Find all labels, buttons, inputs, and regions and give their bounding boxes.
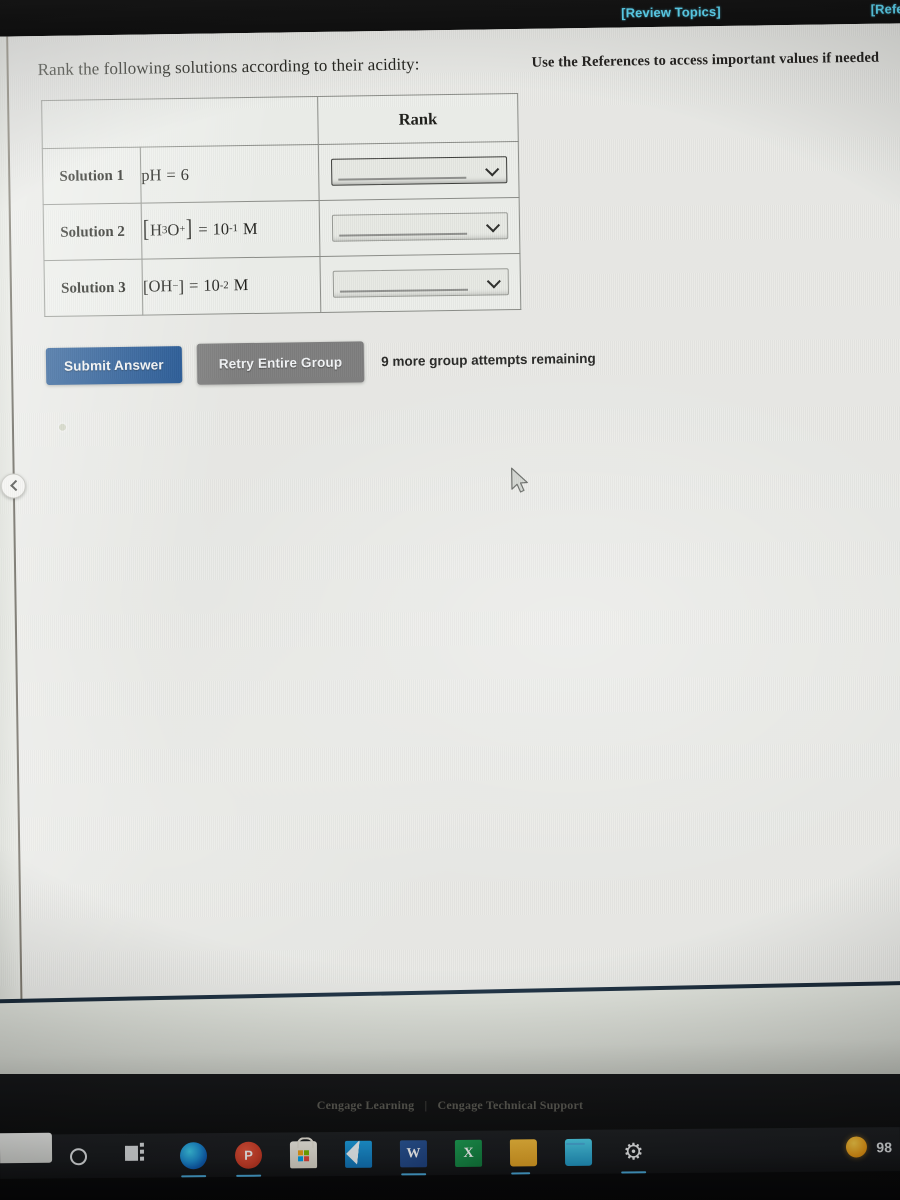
expr-base: 6 [180,164,190,184]
system-tray: 98 [846,1136,893,1158]
table-row: Solution 1 pH = 6 [42,141,520,205]
expr-close-bracket: ] [185,216,193,243]
rank-cell [318,141,520,201]
cengage-technical-support-link[interactable]: Cengage Technical Support [438,1098,584,1112]
photo-of-screen: [Review Topics] [Refer Use the Reference… [0,0,900,1200]
rank-select-1-value [332,157,506,164]
references-link[interactable]: [Refer [871,1,900,17]
expr-unit: M [233,275,249,295]
chevron-down-icon [484,161,499,176]
solution-2-expression: [ H 3 O + ] = 10 -1 M [142,216,258,243]
table-header-row: Rank [41,93,519,149]
rank-cell [319,197,520,257]
expr-species: pH [141,164,162,185]
cengage-learning-link[interactable]: Cengage Learning [317,1098,415,1112]
review-topics-link[interactable]: [Review Topics] [621,4,721,20]
cortana-icon[interactable] [69,1143,97,1170]
expr-unit: M [242,218,258,238]
battery-indicator-icon[interactable] [846,1136,868,1158]
top-bar-links: [Review Topics] [Refer [621,1,900,20]
edge-icon[interactable] [179,1141,208,1169]
expr-species-tail: O [167,219,180,240]
task-view-icon[interactable] [124,1142,153,1170]
submit-answer-button[interactable]: Submit Answer [45,346,183,386]
excel-icon[interactable]: X [454,1139,483,1167]
chevron-left-icon [10,479,22,492]
expr-close-bracket: ] [178,276,185,296]
expr-exponent: -1 [229,223,238,235]
rank-select-2-value [332,213,506,220]
file-explorer-icon[interactable] [509,1138,538,1166]
footer-separator: | [424,1098,428,1112]
calculator-icon[interactable] [564,1138,593,1166]
solution-label-cell: Solution 1 [42,147,142,205]
screen-artifact [58,423,67,431]
solution-3-label: Solution 3 [60,279,126,297]
header-blank [41,96,319,149]
store-squares-icon [297,1149,310,1161]
monitor-screen: [Review Topics] [Refer Use the Reference… [0,0,900,1011]
solution-1-expression: pH = 6 [141,164,189,185]
solution-2-label: Solution 2 [60,223,125,241]
attempts-remaining-text: 9 more group attempts remaining [381,350,596,370]
word-icon[interactable]: W [399,1139,428,1167]
solution-3-expression: [ OH − ] = 10 -2 M [143,275,249,297]
rank-cell [319,253,521,313]
solution-expression-cell: [ OH − ] = 10 -2 M [141,256,321,316]
start-button[interactable] [0,1132,53,1164]
solution-expression-cell: pH = 6 [140,144,320,204]
courseware-page: Use the References to access important v… [0,23,900,1011]
rank-select-solution-2[interactable] [331,212,508,242]
expr-equals: = [166,164,176,184]
question-prompt: Rank the following solutions according t… [37,54,420,80]
table-row: Solution 3 [ OH − ] = 10 -2 M [43,253,521,317]
chevron-down-icon [485,217,500,232]
ranking-table: Rank Solution 1 pH = 6 Solution 2 [H 3 … [41,93,522,318]
retry-entire-group-button[interactable]: Retry Entire Group [196,341,365,385]
expr-species: H [149,220,163,240]
page-footer: Cengage Learning | Cengage Technical Sup… [0,1098,900,1113]
expr-open-bracket: [ [142,216,150,243]
expr-base: 10 [212,219,230,239]
expr-species: OH [148,276,173,296]
table-row: Solution 2 [ H 3 O + ] = 10 -1 M [43,197,520,261]
battery-percent-label: 98 [876,1138,893,1155]
references-instruction: Use the References to access important v… [531,49,880,71]
microsoft-store-icon[interactable] [289,1140,318,1168]
sidebar-collapse-button[interactable] [0,473,27,499]
solution-expression-cell: [ H 3 O + ] = 10 -1 M [141,200,320,260]
header-rank: Rank [317,93,519,145]
mail-icon[interactable] [344,1140,373,1168]
cortana-ring-icon [69,1147,88,1165]
rank-select-3-value [333,269,507,276]
windows-taskbar: P W X ⚙ 98 [0,1127,900,1179]
settings-gear-icon[interactable]: ⚙ [620,1138,647,1165]
rank-select-solution-1[interactable] [330,156,507,186]
solution-1-label: Solution 1 [59,167,125,185]
expr-exponent: -2 [219,280,229,292]
mouse-cursor [511,467,528,493]
rank-select-solution-3[interactable] [332,268,509,298]
solution-label-cell: Solution 3 [43,259,143,317]
expr-equals: = [198,219,208,239]
expr-species-sup: + [179,224,186,236]
action-bar: Submit Answer Retry Entire Group 9 more … [45,338,596,387]
expr-equals: = [188,276,199,296]
powerpoint-icon[interactable]: P [234,1141,263,1169]
solution-label-cell: Solution 2 [43,203,142,261]
expr-base: 10 [203,275,220,296]
chevron-down-icon [486,273,501,288]
